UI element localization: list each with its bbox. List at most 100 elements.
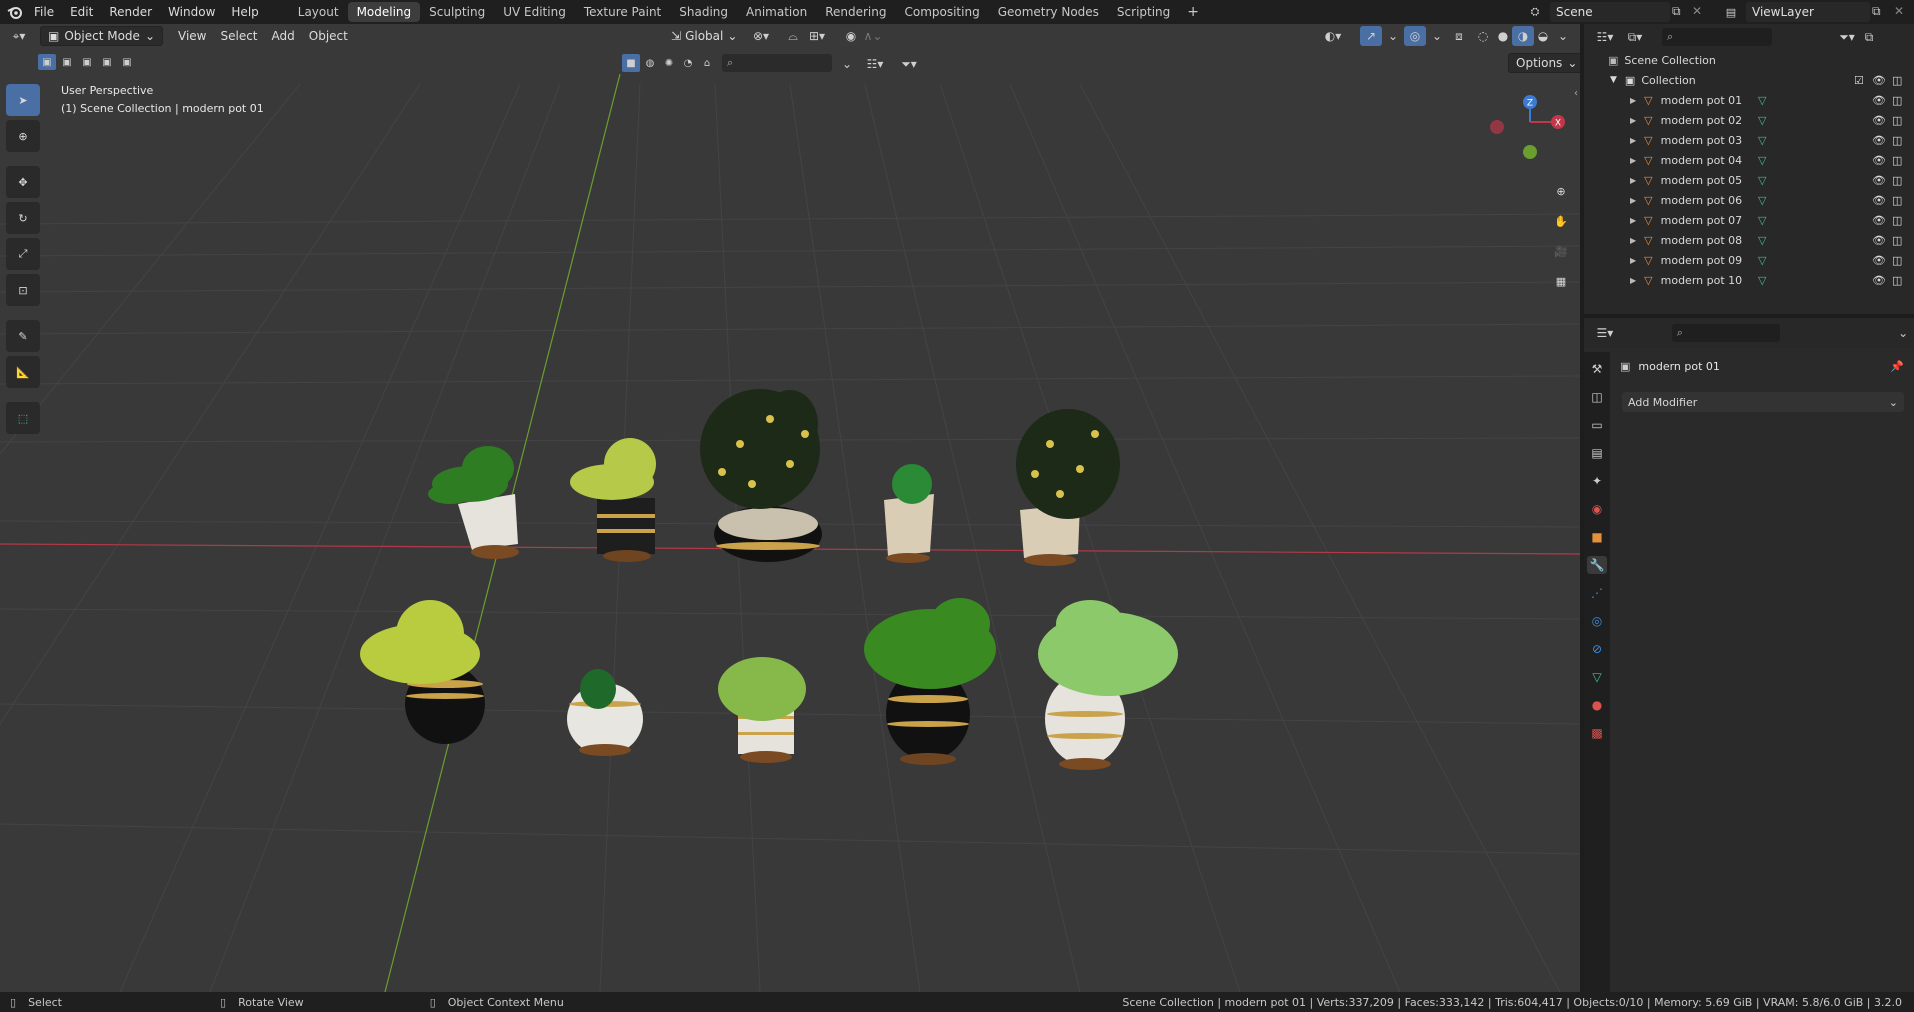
particles-tab-icon[interactable]: ⋰ <box>1587 584 1607 602</box>
menu-window[interactable]: Window <box>160 0 223 24</box>
material-preview-shading-icon[interactable]: ◑ <box>1512 26 1534 46</box>
select-invert-icon[interactable]: ▣ <box>98 54 116 70</box>
outliner-editor-type-icon[interactable]: ☷▾ <box>1594 27 1616 47</box>
move-tool[interactable]: ✥ <box>6 166 40 198</box>
outliner-collection[interactable]: ▼ ▣ Collection ☑ 👁 ◫ <box>1584 70 1914 90</box>
delete-view-layer-icon[interactable]: ✕ <box>1894 4 1910 20</box>
mesh-filter-icon[interactable]: ◍ <box>641 54 659 72</box>
properties-options-icon[interactable]: ⌄ <box>1892 323 1914 343</box>
visibility-eye-icon[interactable]: 👁 <box>1872 214 1886 227</box>
material-tab-icon[interactable]: ● <box>1587 696 1607 714</box>
solid-shading-icon[interactable]: ● <box>1492 26 1514 46</box>
expand-arrow-icon[interactable]: ▶ <box>1630 96 1636 105</box>
mesh-data-icon[interactable]: ▽ <box>1758 274 1766 287</box>
proportional-editing-icon[interactable]: ◉ <box>840 26 862 46</box>
annotate-tool[interactable]: ✎ <box>6 320 40 352</box>
tab-animation[interactable]: Animation <box>737 2 816 22</box>
outliner-scene-collection[interactable]: ▣ Scene Collection <box>1584 50 1914 70</box>
tab-geometry-nodes[interactable]: Geometry Nodes <box>989 2 1108 22</box>
scene-selector-icon[interactable]: ⛭ <box>1520 2 1550 22</box>
mesh-data-icon[interactable]: ▽ <box>1758 234 1766 247</box>
transform-orientation-dropdown[interactable]: ⇲ Global ⌄ <box>664 26 744 46</box>
light-filter-icon[interactable]: ✺ <box>660 54 678 72</box>
modern-pot-03-model[interactable] <box>700 389 822 562</box>
properties-search-input[interactable]: ⌕ <box>1671 324 1781 342</box>
select-mode-buttons[interactable]: ▣ ▣ ▣ ▣ ▣ <box>38 54 136 70</box>
menu-edit[interactable]: Edit <box>62 0 101 24</box>
view-layer-tab-icon[interactable]: ▤ <box>1587 444 1607 462</box>
collection-expand-icon[interactable]: ▼ <box>1610 75 1617 85</box>
visibility-eye-icon[interactable]: 👁 <box>1872 174 1886 187</box>
mesh-data-icon[interactable]: ▽ <box>1758 114 1766 127</box>
select-new-icon[interactable]: ▣ <box>38 54 56 70</box>
scene-tab-icon[interactable]: ✦ <box>1587 472 1607 490</box>
tab-scripting[interactable]: Scripting <box>1108 2 1179 22</box>
menu-select[interactable]: Select <box>213 26 264 46</box>
select-subtract-icon[interactable]: ▣ <box>78 54 96 70</box>
render-camera-icon[interactable]: ◫ <box>1892 274 1902 287</box>
object-mode-dropdown[interactable]: ▣ Object Mode ⌄ <box>40 26 163 46</box>
world-tab-icon[interactable]: ◉ <box>1587 500 1607 518</box>
outliner-item[interactable]: ▶ ▽ modern pot 01 ▽ 👁 ◫ <box>1584 90 1914 110</box>
overlays-dropdown-icon[interactable]: ⌄ <box>1426 26 1448 46</box>
menu-add[interactable]: Add <box>265 26 302 46</box>
visibility-eye-icon[interactable]: 👁 <box>1872 114 1886 127</box>
3d-viewport[interactable]: ⌖▾ ▣ Object Mode ⌄ View Select Add Objec… <box>0 24 1580 992</box>
render-camera-icon[interactable]: ◫ <box>1892 74 1902 87</box>
visibility-eye-icon[interactable]: 👁 <box>1872 154 1886 167</box>
snap-icon[interactable]: ⌓ <box>782 26 804 46</box>
modern-pot-05-model[interactable] <box>1016 409 1120 566</box>
expand-arrow-icon[interactable]: ▶ <box>1630 236 1636 245</box>
expand-arrow-icon[interactable]: ▶ <box>1630 136 1636 145</box>
scene-name-field[interactable]: Scene <box>1550 2 1670 22</box>
xray-toggle-icon[interactable]: ⧈ <box>1448 26 1470 46</box>
visibility-eye-icon[interactable]: 👁 <box>1872 234 1886 247</box>
object-filter-icon[interactable]: ■ <box>622 54 640 72</box>
render-camera-icon[interactable]: ◫ <box>1892 174 1902 187</box>
mesh-data-icon[interactable]: ▽ <box>1758 174 1766 187</box>
render-camera-icon[interactable]: ◫ <box>1892 194 1902 207</box>
render-camera-icon[interactable]: ◫ <box>1892 254 1902 267</box>
outliner-filter-icon[interactable]: ⏷▾ <box>1836 27 1858 47</box>
gizmo-dropdown-icon[interactable]: ⌄ <box>1382 26 1404 46</box>
render-tab-icon[interactable]: ◫ <box>1587 388 1607 406</box>
expand-arrow-icon[interactable]: ▶ <box>1630 156 1636 165</box>
mesh-data-icon[interactable]: ▽ <box>1758 194 1766 207</box>
expand-arrow-icon[interactable]: ▶ <box>1630 276 1636 285</box>
visibility-eye-icon[interactable]: 👁 <box>1872 94 1886 107</box>
tab-shading[interactable]: Shading <box>670 2 737 22</box>
new-scene-icon[interactable]: ⧉ <box>1672 4 1688 20</box>
expand-arrow-icon[interactable]: ▶ <box>1630 256 1636 265</box>
zoom-icon[interactable]: ⊕ <box>1548 178 1574 204</box>
tab-texture-paint[interactable]: Texture Paint <box>575 2 670 22</box>
object-tab-icon[interactable]: ■ <box>1587 528 1607 546</box>
rotate-tool[interactable]: ↻ <box>6 202 40 234</box>
overlays-toggle-icon[interactable]: ◎ <box>1404 26 1426 46</box>
menu-file[interactable]: File <box>26 0 62 24</box>
visibility-eye-icon[interactable]: 👁 <box>1872 134 1886 147</box>
data-tab-icon[interactable]: ▽ <box>1587 668 1607 686</box>
visibility-eye-icon[interactable]: 👁 <box>1872 274 1886 287</box>
outliner-display-mode-icon[interactable]: ⧉▾ <box>1624 27 1646 47</box>
render-camera-icon[interactable]: ◫ <box>1892 234 1902 247</box>
select-box-tool[interactable]: ➤ <box>6 84 40 116</box>
cursor-tool[interactable]: ⊕ <box>6 120 40 152</box>
render-camera-icon[interactable]: ◫ <box>1892 114 1902 127</box>
add-cube-tool[interactable]: ⬚ <box>6 402 40 434</box>
new-collection-icon[interactable]: ⧉ <box>1858 27 1880 47</box>
visibility-eye-icon[interactable]: 👁 <box>1872 194 1886 207</box>
view-layer-icon[interactable]: ▤ <box>1716 2 1746 22</box>
filter-icon[interactable]: ⏷▾ <box>898 54 920 74</box>
modifier-tab-icon[interactable]: 🔧 <box>1587 556 1607 574</box>
transform-tool[interactable]: ⊡ <box>6 274 40 306</box>
scale-tool[interactable]: ⤢ <box>6 238 40 270</box>
expand-arrow-icon[interactable]: ▶ <box>1630 176 1636 185</box>
add-modifier-dropdown[interactable]: Add Modifier ⌄ <box>1622 392 1904 412</box>
camera-view-icon[interactable]: 🎥 <box>1548 238 1574 264</box>
rendered-shading-icon[interactable]: ◒ <box>1532 26 1554 46</box>
physics-tab-icon[interactable]: ◎ <box>1587 612 1607 630</box>
world-filter-icon[interactable]: ◔ <box>679 54 697 72</box>
mesh-data-icon[interactable]: ▽ <box>1758 134 1766 147</box>
outliner-item[interactable]: ▶ ▽ modern pot 06 ▽ 👁 ◫ <box>1584 190 1914 210</box>
navigation-gizmo[interactable]: Z X <box>1488 92 1578 162</box>
